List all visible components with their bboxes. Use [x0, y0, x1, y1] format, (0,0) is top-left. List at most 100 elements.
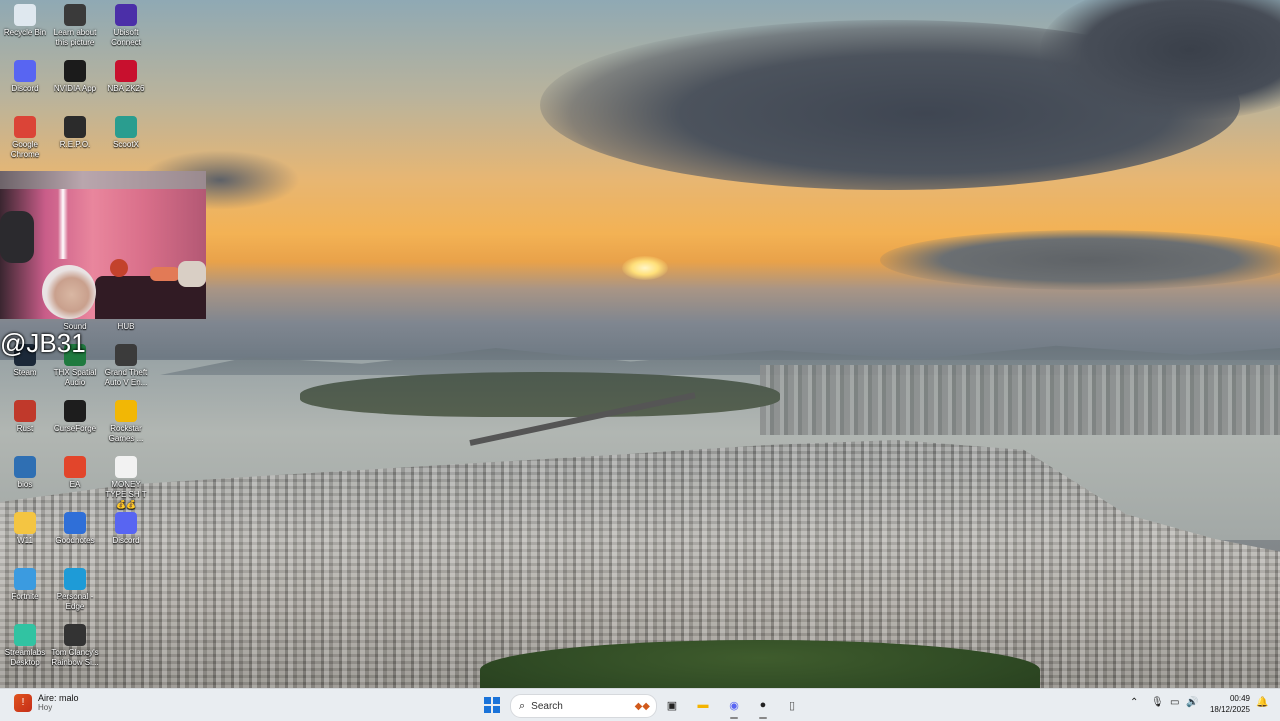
recycle-bin-icon	[14, 4, 36, 26]
text-file-icon	[115, 456, 137, 478]
desktop-icon[interactable]: NBA 2K26	[101, 60, 151, 94]
rust-icon	[14, 400, 36, 422]
system-clock[interactable]: 00:49 18/12/2025	[1200, 693, 1250, 715]
search-icon: ⌕	[519, 699, 526, 712]
taskbar-search[interactable]: ⌕ Search ◆◆	[510, 694, 657, 718]
desktop-icon[interactable]: Discord	[101, 512, 151, 546]
desktop-icon[interactable]: Grand Theft Auto V En...	[101, 344, 151, 388]
streamer-handle: @JB31	[0, 328, 86, 358]
search-highlight-icon: ◆◆	[634, 700, 650, 712]
far-city	[760, 365, 1280, 435]
desktop-icon-label: Personal - Edge	[56, 592, 94, 611]
desktop-icon[interactable]: Google Chrome	[0, 116, 50, 160]
desktop-icon[interactable]: R.E.P.O.	[50, 116, 100, 150]
task-view-icon[interactable]: ▣	[662, 695, 682, 715]
desktop-icon-label: HUB	[117, 322, 135, 331]
discord-icon	[14, 60, 36, 82]
desktop-icon[interactable]: Recycle Bin	[0, 4, 50, 38]
desktop-icon-label: Discord	[112, 536, 140, 545]
running-indicator	[759, 717, 767, 719]
desktop-icon-label: NVIDIA App	[53, 84, 97, 93]
desktop-icon-label: THX Spatial Audio	[53, 368, 97, 387]
discord-taskbar-icon[interactable]: ◉	[724, 695, 744, 715]
desktop-icon[interactable]: Rockstar Games ...	[101, 400, 151, 444]
notification-bell-icon[interactable]: 🔔	[1256, 697, 1268, 708]
desktop-icon-label: Learn about this picture	[53, 28, 97, 47]
desktop-icon[interactable]: CurseForge	[50, 400, 100, 434]
running-indicator	[730, 717, 738, 719]
cloud	[880, 230, 1280, 290]
camera-icon	[64, 4, 86, 26]
network-icon[interactable]: ▭	[1170, 697, 1179, 708]
desktop-icon-label: Goodnotes	[55, 536, 95, 545]
desktop-icon-label: Streamlabs Desktop	[4, 648, 46, 667]
clock-date: 18/12/2025	[1209, 705, 1250, 714]
desktop-icon[interactable]: Learn about this picture	[50, 4, 100, 48]
fortnite-icon	[14, 568, 36, 590]
rainbow-six-icon	[64, 624, 86, 646]
desktop-icon[interactable]: Goodnotes	[50, 512, 100, 546]
file-explorer-icon[interactable]: ▬	[693, 695, 713, 715]
chrome-icon	[14, 116, 36, 138]
desktop-icon-label: Rust	[16, 424, 34, 433]
desktop-icon[interactable]: Rust	[0, 400, 50, 434]
desktop-icon-label: Google Chrome	[10, 140, 40, 159]
desktop-icon-label: R.E.P.O.	[59, 140, 91, 149]
bios-icon	[14, 456, 36, 478]
desktop-icon-label: W11	[17, 536, 33, 545]
desktop-icon[interactable]: Fortnite	[0, 568, 50, 602]
search-placeholder: Search	[531, 700, 563, 712]
folder-icon	[14, 512, 36, 534]
rockstar-icon	[115, 400, 137, 422]
desktop-icon[interactable]: ScootX	[101, 116, 151, 150]
curseforge-icon	[64, 400, 86, 422]
obs-icon[interactable]: ●	[753, 695, 773, 715]
streamlabs-icon	[14, 624, 36, 646]
desktop-icon-label: NBA 2K26	[107, 84, 145, 93]
edge-icon	[64, 568, 86, 590]
ea-icon	[64, 456, 86, 478]
desktop-icon-label: Grand Theft Auto V En...	[104, 368, 148, 387]
ubisoft-icon	[115, 4, 137, 26]
desktop-icon[interactable]: Discord	[0, 60, 50, 94]
repo-icon	[64, 116, 86, 138]
air-quality-icon: !	[14, 693, 32, 712]
desktop-icon[interactable]: NVIDIA App	[50, 60, 100, 94]
desktop-icon-label: ScootX	[113, 140, 139, 149]
desktop-icon-label: Steam	[13, 368, 37, 377]
desktop-icon-label: MONEY TYPE SH T💰💰	[105, 480, 147, 509]
desktop-icon-label: Ubisoft Connect	[111, 28, 141, 47]
discord-icon	[115, 512, 137, 534]
punching-bag	[0, 211, 34, 263]
desktop-icon[interactable]: Personal - Edge	[50, 568, 100, 612]
chevron-up-icon[interactable]: ⌃	[1130, 697, 1138, 708]
clock-time: 00:49	[1229, 694, 1250, 703]
desktop-icon[interactable]: Ubisoft Connect	[101, 4, 151, 48]
nba2k-icon	[115, 60, 137, 82]
scootx-icon	[115, 116, 137, 138]
streamer-face	[42, 265, 96, 319]
nvidia-icon	[64, 60, 86, 82]
desktop-icon[interactable]: EA	[50, 456, 100, 490]
desktop-icon[interactable]: Tom Clancy's Rainbow Si...	[50, 624, 100, 668]
notepad-icon[interactable]: ▯	[782, 695, 802, 715]
desktop-icon-label: Recycle Bin	[3, 28, 47, 37]
desktop-icon[interactable]: MONEY TYPE SH T💰💰	[101, 456, 151, 510]
desktop-icon-label: EA	[69, 480, 81, 489]
desktop-icon-label: CurseForge	[53, 424, 97, 433]
desktop-icon[interactable]: W11	[0, 512, 50, 546]
goodnotes-icon	[64, 512, 86, 534]
weather-widget[interactable]: ! Aire: malo Hoy	[14, 693, 79, 712]
desktop-icon-label: Discord	[11, 84, 39, 93]
desktop-icon[interactable]: bios	[0, 456, 50, 490]
taskbar: ! Aire: malo Hoy ⌕ Search ◆◆ ▣ ▬ ◉ ● ▯ ⌃ 🎙 ▭…	[0, 688, 1280, 721]
weather-sub: Hoy	[38, 703, 53, 712]
volume-icon[interactable]: 🔊	[1186, 697, 1198, 708]
start-button[interactable]	[484, 697, 500, 713]
desktop-icon-label: bios	[17, 480, 33, 489]
gta-icon	[115, 344, 137, 366]
desktop-icon[interactable]: Streamlabs Desktop	[0, 624, 50, 668]
desktop-icon-label: Tom Clancy's Rainbow Si...	[51, 648, 99, 667]
desktop-icon-label: Rockstar Games ...	[108, 424, 144, 443]
microphone-icon[interactable]: 🎙	[1151, 697, 1164, 708]
